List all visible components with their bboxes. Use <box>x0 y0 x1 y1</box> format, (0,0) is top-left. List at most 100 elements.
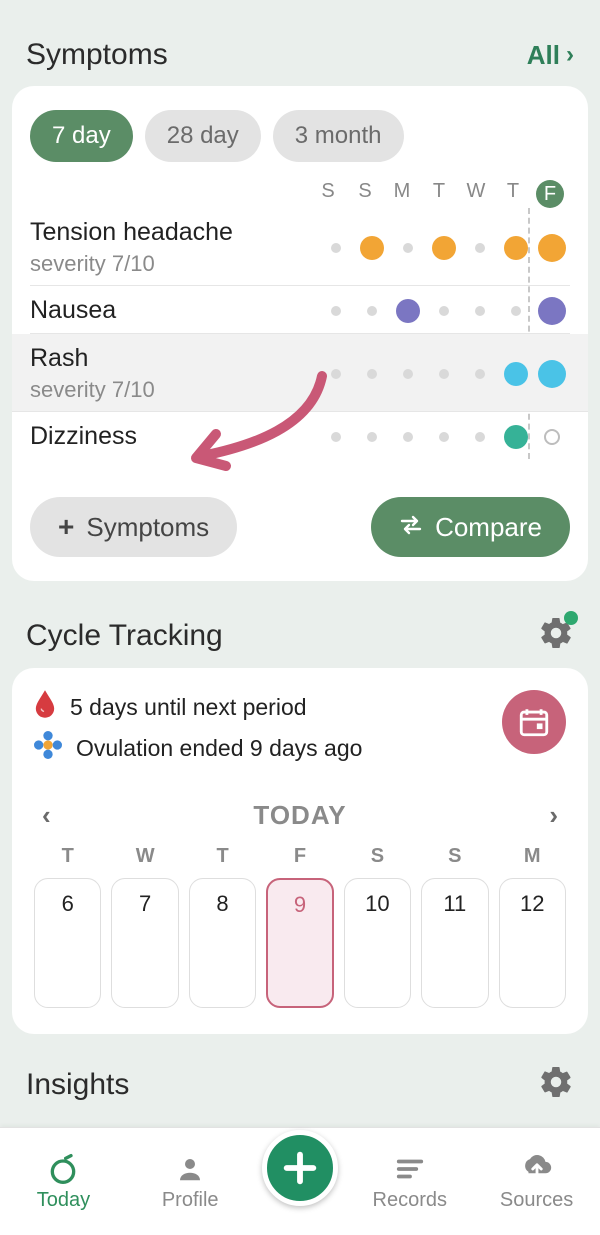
dot-orange-icon <box>360 236 384 260</box>
dot-cell <box>426 236 462 260</box>
dot-none-icon <box>331 369 341 379</box>
dot-cell <box>534 234 570 262</box>
dot-none-icon <box>439 306 449 316</box>
cycle-prev-button[interactable]: ‹ <box>42 800 51 831</box>
dot-none-icon <box>439 369 449 379</box>
dot-ring-icon <box>544 429 560 445</box>
nav-profile[interactable]: Profile <box>135 1151 245 1212</box>
symptom-name: Tension headache <box>30 218 318 247</box>
cycle-calendar-button[interactable] <box>502 690 566 754</box>
symptom-row-nausea[interactable]: Nausea <box>30 286 570 334</box>
dot-blue-icon <box>538 360 566 388</box>
calendar-day[interactable]: M 12 <box>499 845 566 1008</box>
symptom-row-dizziness[interactable]: Dizziness <box>30 412 570 459</box>
nav-sources[interactable]: Sources <box>482 1151 592 1212</box>
dot-cell <box>462 243 498 253</box>
dot-none-icon <box>367 432 377 442</box>
dot-cell <box>354 369 390 379</box>
range-3month-pill[interactable]: 3 month <box>273 110 404 162</box>
cycle-card: 5 days until next period Ovulation ended… <box>12 668 588 1034</box>
dot-cell <box>354 432 390 442</box>
add-symptoms-button[interactable]: + Symptoms <box>30 497 237 557</box>
dot-cell <box>318 432 354 442</box>
calendar-dow: T <box>189 845 256 868</box>
compare-button[interactable]: Compare <box>371 497 570 557</box>
today-label: TODAY <box>253 800 346 831</box>
records-icon <box>395 1151 425 1187</box>
cycle-next-button[interactable]: › <box>549 800 558 831</box>
day-header-cell: S <box>310 180 346 208</box>
dot-cell <box>498 306 534 316</box>
dot-cell <box>462 432 498 442</box>
calendar-day[interactable]: T 6 <box>34 845 101 1008</box>
dot-cell <box>462 369 498 379</box>
blood-drop-icon <box>34 690 56 725</box>
dot-none-icon <box>475 432 485 442</box>
all-link-label: All <box>527 40 560 71</box>
symptoms-all-link[interactable]: All › <box>527 40 574 71</box>
symptom-name: Rash <box>30 344 318 373</box>
plus-icon: + <box>58 511 74 543</box>
insights-title: Insights <box>26 1068 129 1102</box>
dot-cell <box>426 369 462 379</box>
calendar-day[interactable]: S 10 <box>344 845 411 1008</box>
calendar-strip: T 6 W 7 T 8 F 9 S 10 S 11 <box>34 845 566 1008</box>
dot-cell <box>354 236 390 260</box>
add-fab-button[interactable] <box>262 1130 338 1206</box>
calendar-dow: S <box>344 845 411 868</box>
calendar-icon <box>517 705 551 739</box>
dot-cell <box>534 297 570 325</box>
nav-today[interactable]: Today <box>8 1151 118 1212</box>
dot-none-icon <box>331 432 341 442</box>
dot-none-icon <box>511 306 521 316</box>
dot-purple-icon <box>396 299 420 323</box>
bottom-nav: Today Profile Records Sources <box>0 1127 600 1235</box>
dot-cell <box>318 243 354 253</box>
dot-cell <box>498 362 534 386</box>
calendar-dow: W <box>111 845 178 868</box>
day-header-cell: S <box>347 180 383 208</box>
dot-none-icon <box>367 306 377 316</box>
symptom-severity: severity 7/10 <box>30 251 318 277</box>
dot-cell <box>390 299 426 323</box>
ovulation-status-text: Ovulation ended 9 days ago <box>76 735 362 762</box>
calendar-day[interactable]: T 8 <box>189 845 256 1008</box>
dot-cell <box>426 432 462 442</box>
symptoms-title: Symptoms <box>26 38 168 72</box>
calendar-dow: T <box>34 845 101 868</box>
dot-blue-icon <box>504 362 528 386</box>
nav-label: Records <box>373 1189 447 1212</box>
sources-icon <box>520 1151 554 1187</box>
symptom-row-tension[interactable]: Tension headache severity 7/10 <box>30 208 570 286</box>
calendar-day[interactable]: S 11 <box>421 845 488 1008</box>
dot-cell <box>534 429 570 445</box>
add-symptoms-label: Symptoms <box>86 512 209 543</box>
dot-orange-icon <box>432 236 456 260</box>
dot-none-icon <box>331 306 341 316</box>
calendar-day[interactable]: W 7 <box>111 845 178 1008</box>
range-28day-pill[interactable]: 28 day <box>145 110 261 162</box>
calendar-dow: M <box>499 845 566 868</box>
calendar-date: 11 <box>421 878 488 1008</box>
dot-purple-icon <box>538 297 566 325</box>
symptom-severity: severity 7/10 <box>30 377 318 403</box>
symptom-name: Nausea <box>30 296 318 325</box>
today-badge: F <box>536 180 564 208</box>
calendar-day-today[interactable]: F 9 <box>266 845 333 1008</box>
day-header-today-cell: F <box>532 180 568 208</box>
nav-label: Profile <box>162 1189 219 1212</box>
dot-cell <box>498 236 534 260</box>
calendar-date: 8 <box>189 878 256 1008</box>
cycle-settings-button[interactable] <box>538 615 574 656</box>
dot-none-icon <box>403 369 413 379</box>
range-7day-pill[interactable]: 7 day <box>30 110 133 162</box>
insights-settings-button[interactable] <box>538 1064 574 1105</box>
symptom-row-rash[interactable]: Rash severity 7/10 <box>12 334 588 412</box>
nav-records[interactable]: Records <box>355 1151 465 1212</box>
symptoms-card: 7 day 28 day 3 month S S M T W T F Tensi… <box>12 86 588 581</box>
period-status-text: 5 days until next period <box>70 694 307 721</box>
calendar-dow: F <box>266 845 333 868</box>
plus-icon <box>280 1148 320 1188</box>
dot-none-icon <box>403 243 413 253</box>
profile-icon <box>175 1151 205 1187</box>
